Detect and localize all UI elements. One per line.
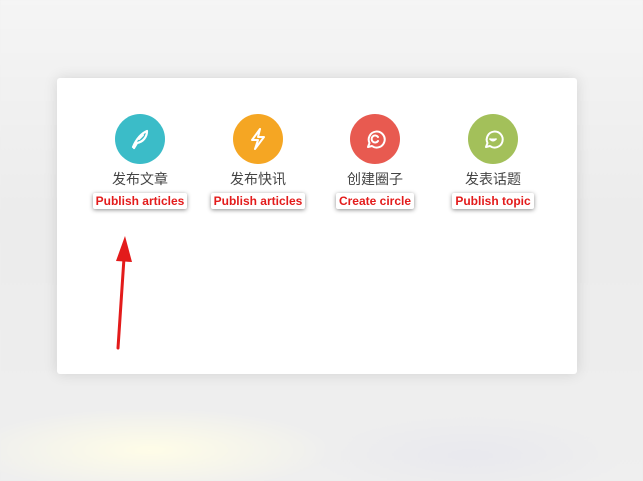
- annotation-arrow: [116, 236, 132, 350]
